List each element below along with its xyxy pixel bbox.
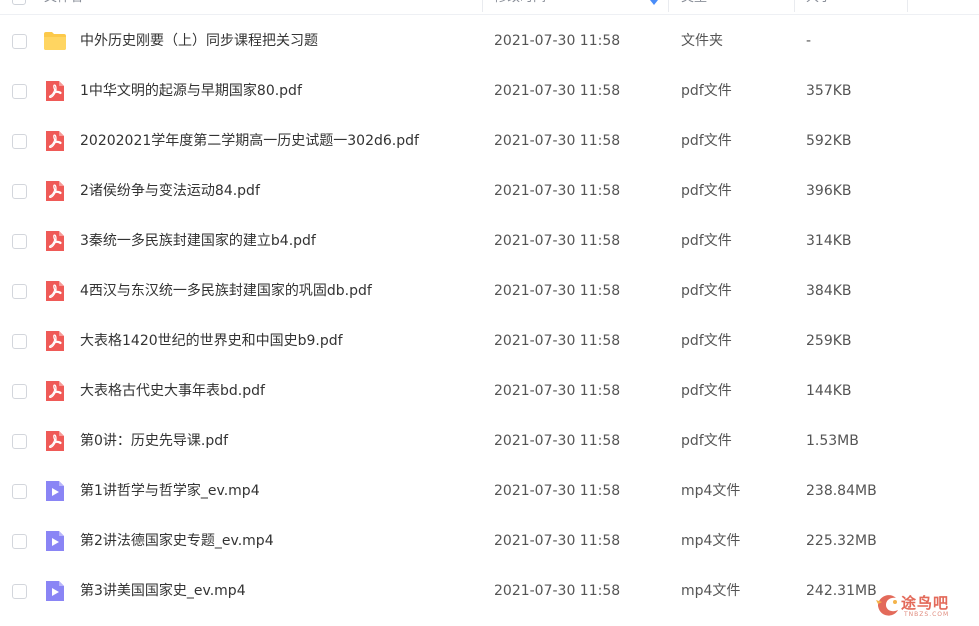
file-row[interactable]: 大表格古代史大事年表bd.pdf 2021-07-30 11:58 pdf文件 144… [0, 366, 979, 416]
row-checkbox[interactable] [12, 584, 27, 599]
row-checkbox[interactable] [12, 284, 27, 299]
column-header-name[interactable]: 文件名 [44, 0, 83, 14]
file-size: 225.32MB [806, 533, 876, 549]
file-type: pdf文件 [681, 283, 732, 299]
file-row[interactable]: 2诸侯纷争与变法运动84.pdf 2021-07-30 11:58 pdf文件 396… [0, 166, 979, 216]
row-checkbox[interactable] [12, 534, 27, 549]
file-name[interactable]: 20202021学年度第二学期高一历史试题一302d6.pdf [80, 116, 419, 166]
file-name[interactable]: 2诸侯纷争与变法运动84.pdf [80, 166, 260, 216]
column-divider[interactable] [482, 0, 483, 12]
column-header-size[interactable]: 大小 [806, 0, 832, 14]
file-row[interactable]: 1中华文明的起源与早期国家80.pdf 2021-07-30 11:58 pdf文件… [0, 66, 979, 116]
file-type: pdf文件 [681, 233, 732, 249]
video-file-icon [43, 529, 67, 553]
file-modified-date: 2021-07-30 11:58 [494, 283, 621, 299]
file-modified-date: 2021-07-30 11:58 [494, 483, 621, 499]
file-name[interactable]: 第0讲：历史先导课.pdf [80, 416, 228, 466]
file-type: pdf文件 [681, 183, 732, 199]
file-size: 384KB [806, 283, 852, 299]
file-list-header: 文件名 修改时间 类型 大小 [0, 0, 979, 15]
file-name[interactable]: 大表格1420世纪的世界史和中国史b9.pdf [80, 316, 343, 366]
file-name[interactable]: 1中华文明的起源与早期国家80.pdf [80, 66, 302, 116]
bird-logo-icon [876, 595, 898, 616]
file-row[interactable]: 大表格1420世纪的世界史和中国史b9.pdf 2021-07-30 11:58 p… [0, 316, 979, 366]
file-modified-date: 2021-07-30 11:58 [494, 133, 621, 149]
file-size: 238.84MB [806, 483, 876, 499]
file-size: - [806, 33, 812, 49]
file-size: 314KB [806, 233, 852, 249]
file-row[interactable]: 中外历史刚要（上）同步课程把关习题 2021-07-30 11:58 文件夹 - [0, 16, 979, 66]
file-modified-date: 2021-07-30 11:58 [494, 383, 621, 399]
row-checkbox[interactable] [12, 434, 27, 449]
file-name[interactable]: 4西汉与东汉统一多民族封建国家的巩固db.pdf [80, 266, 372, 316]
row-checkbox[interactable] [12, 134, 27, 149]
file-size: 396KB [806, 183, 852, 199]
file-size: 592KB [806, 133, 852, 149]
file-type: mp4文件 [681, 533, 741, 549]
file-type: pdf文件 [681, 83, 732, 99]
file-type: mp4文件 [681, 483, 741, 499]
pdf-file-icon [43, 79, 67, 103]
pdf-file-icon [43, 229, 67, 253]
row-checkbox[interactable] [12, 84, 27, 99]
file-type: pdf文件 [681, 383, 732, 399]
file-modified-date: 2021-07-30 11:58 [494, 83, 621, 99]
file-row[interactable]: 第2讲法德国家史专题_ev.mp4 2021-07-30 11:58 mp4文件 22… [0, 516, 979, 566]
file-name[interactable]: 第2讲法德国家史专题_ev.mp4 [80, 516, 274, 566]
file-modified-date: 2021-07-30 11:58 [494, 533, 621, 549]
file-row[interactable]: 第3讲美国国家史_ev.mp4 2021-07-30 11:58 mp4文件 242.… [0, 566, 979, 616]
file-size: 1.53MB [806, 433, 859, 449]
video-file-icon [43, 479, 67, 503]
file-modified-date: 2021-07-30 11:58 [494, 233, 621, 249]
row-checkbox[interactable] [12, 184, 27, 199]
folder-icon [43, 29, 67, 53]
pdf-file-icon [43, 379, 67, 403]
file-size: 357KB [806, 83, 852, 99]
file-size: 259KB [806, 333, 852, 349]
file-type: 文件夹 [681, 33, 723, 49]
file-name[interactable]: 大表格古代史大事年表bd.pdf [80, 366, 265, 416]
row-checkbox[interactable] [12, 334, 27, 349]
pdf-file-icon [43, 329, 67, 353]
file-size: 242.31MB [806, 583, 876, 599]
file-modified-date: 2021-07-30 11:58 [494, 433, 621, 449]
file-row[interactable]: 4西汉与东汉统一多民族封建国家的巩固db.pdf 2021-07-30 11:58… [0, 266, 979, 316]
pdf-file-icon [43, 279, 67, 303]
watermark-subtext: TNBZS.COM [904, 611, 950, 618]
column-divider[interactable] [794, 0, 795, 12]
file-type: pdf文件 [681, 333, 732, 349]
row-checkbox[interactable] [12, 34, 27, 49]
file-row[interactable]: 第0讲：历史先导课.pdf 2021-07-30 11:58 pdf文件 1.53MB [0, 416, 979, 466]
column-header-type[interactable]: 类型 [681, 0, 707, 14]
video-file-icon [43, 579, 67, 603]
watermark-text: 途鸟吧 [901, 594, 950, 612]
row-checkbox[interactable] [12, 234, 27, 249]
file-row[interactable]: 20202021学年度第二学期高一历史试题一302d6.pdf 2021-07-3… [0, 116, 979, 166]
file-type: mp4文件 [681, 583, 741, 599]
select-all-checkbox[interactable] [12, 0, 26, 5]
file-name[interactable]: 第1讲哲学与哲学家_ev.mp4 [80, 466, 260, 516]
file-name[interactable]: 3秦统一多民族封建国家的建立b4.pdf [80, 216, 316, 266]
file-row[interactable]: 3秦统一多民族封建国家的建立b4.pdf 2021-07-30 11:58 pdf文… [0, 216, 979, 266]
file-type: pdf文件 [681, 133, 732, 149]
file-modified-date: 2021-07-30 11:58 [494, 183, 621, 199]
pdf-file-icon [43, 129, 67, 153]
row-checkbox[interactable] [12, 484, 27, 499]
column-divider[interactable] [907, 0, 908, 12]
file-modified-date: 2021-07-30 11:58 [494, 33, 621, 49]
watermark-logo: 途鸟吧 TNBZS.COM [874, 586, 974, 624]
file-row[interactable]: 第1讲哲学与哲学家_ev.mp4 2021-07-30 11:58 mp4文件 238… [0, 466, 979, 516]
pdf-file-icon [43, 179, 67, 203]
file-name[interactable]: 第3讲美国国家史_ev.mp4 [80, 566, 246, 616]
row-checkbox[interactable] [12, 384, 27, 399]
pdf-file-icon [43, 429, 67, 453]
file-modified-date: 2021-07-30 11:58 [494, 583, 621, 599]
file-type: pdf文件 [681, 433, 732, 449]
column-header-modified[interactable]: 修改时间 [494, 0, 546, 14]
file-modified-date: 2021-07-30 11:58 [494, 333, 621, 349]
column-divider[interactable] [668, 0, 669, 12]
file-name[interactable]: 中外历史刚要（上）同步课程把关习题 [80, 16, 318, 66]
file-size: 144KB [806, 383, 852, 399]
sort-desc-icon[interactable] [650, 0, 658, 5]
